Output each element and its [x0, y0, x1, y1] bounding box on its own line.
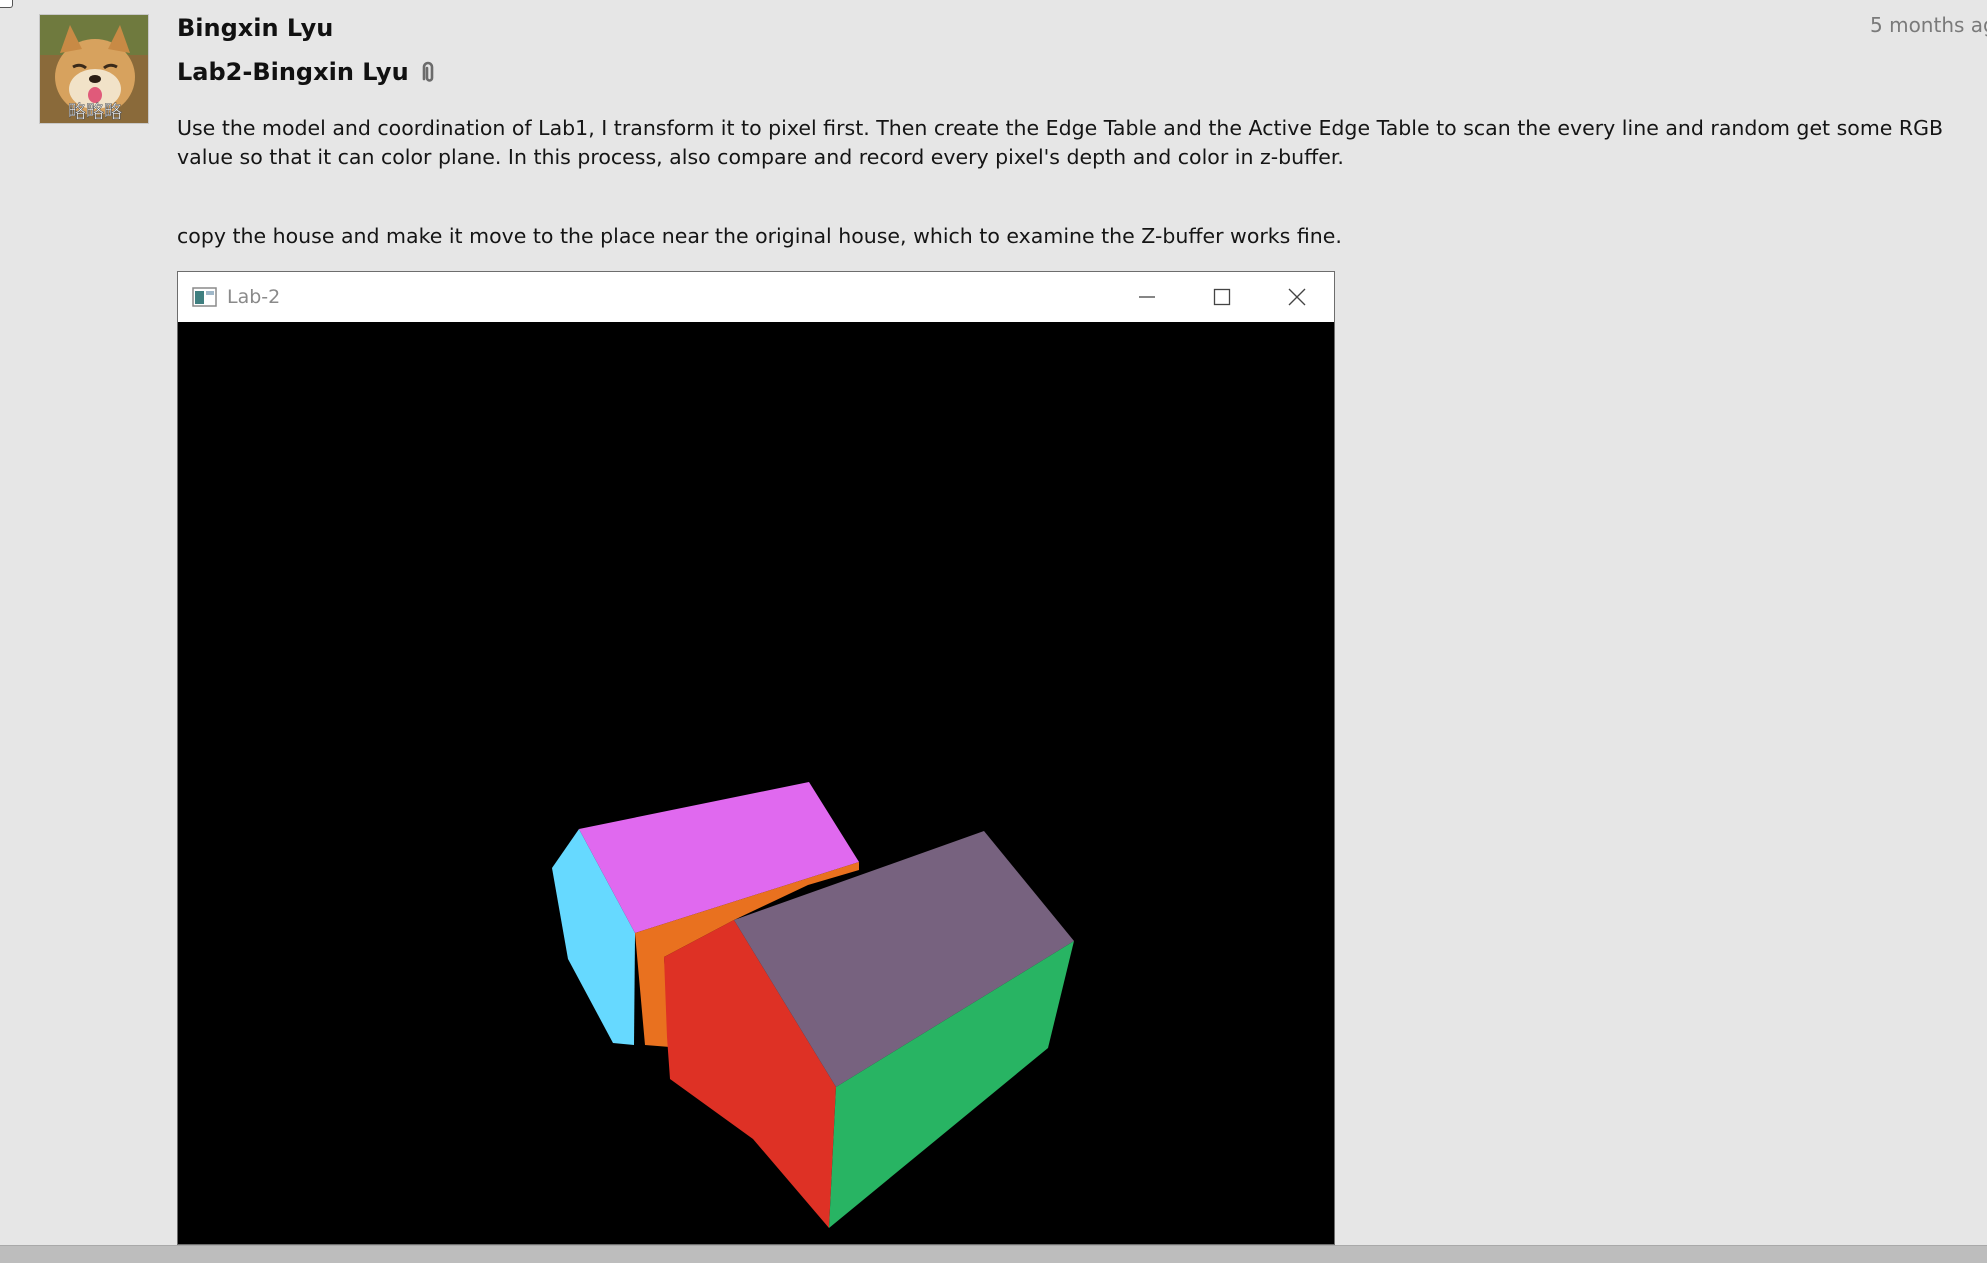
maximize-button[interactable]: [1184, 272, 1259, 322]
close-icon: [1288, 288, 1305, 306]
post-timestamp: 5 months ag: [1870, 13, 1987, 37]
post-title-text[interactable]: Lab2-Bingxin Lyu: [177, 56, 409, 88]
window-title: Lab-2: [227, 286, 281, 308]
forum-post: 略略略 Bingxin Lyu 5 months ag Lab2-Bingxin…: [0, 0, 1987, 1245]
app-window-screenshot: Lab-2: [177, 271, 1335, 1245]
window-controls: [1109, 272, 1334, 322]
render-viewport: [178, 322, 1334, 1244]
minimize-icon: [1138, 296, 1155, 298]
post-body-paragraph: copy the house and make it move to the p…: [177, 224, 1342, 248]
horizontal-scrollbar[interactable]: [0, 1245, 1987, 1263]
avatar[interactable]: 略略略: [39, 14, 149, 124]
zbuffer-render: [552, 782, 1074, 1228]
author-name[interactable]: Bingxin Lyu: [177, 12, 333, 44]
window-titlebar: Lab-2: [178, 272, 1334, 322]
app-icon: [192, 287, 217, 307]
avatar-caption: 略略略: [68, 102, 122, 123]
post-title[interactable]: Lab2-Bingxin Lyu: [177, 56, 438, 88]
attachment-icon[interactable]: [418, 59, 438, 85]
maximize-icon: [1213, 288, 1230, 306]
close-button[interactable]: [1259, 272, 1334, 322]
post-body-paragraph: Use the model and coordination of Lab1, …: [177, 116, 1944, 169]
minimize-button[interactable]: [1109, 272, 1184, 322]
avatar-image: 略略略: [40, 15, 148, 123]
